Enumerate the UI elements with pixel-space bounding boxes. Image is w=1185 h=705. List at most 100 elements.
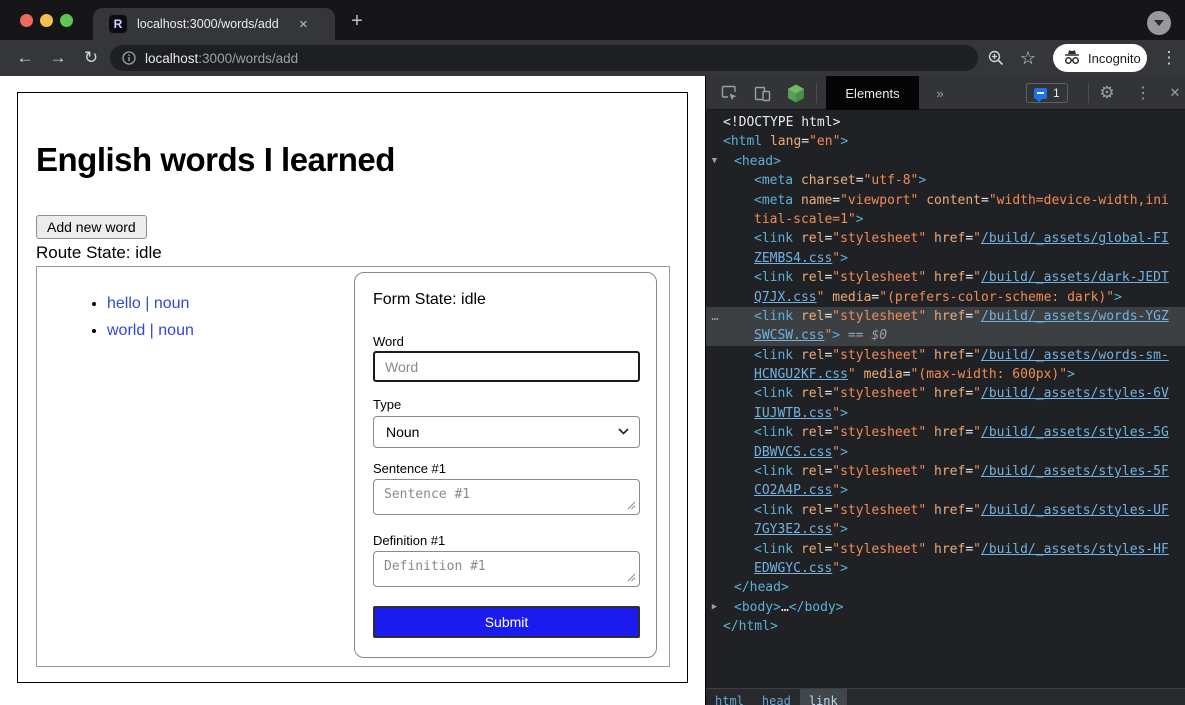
dom-node[interactable]: ▶<body>…</body> <box>706 598 1185 617</box>
more-tabs-chevron[interactable]: » <box>928 76 952 110</box>
word-link[interactable]: hello | noun <box>107 295 189 312</box>
gutter <box>706 210 723 229</box>
device-toolbar-icon[interactable] <box>749 76 775 110</box>
dom-node[interactable]: DBWVCS.css"> <box>706 443 1185 462</box>
dom-node[interactable]: HCNGU2KF.css" media="(max-width: 600px)"… <box>706 365 1185 384</box>
zoom-page-icon[interactable] <box>982 40 1010 76</box>
gutter <box>706 462 723 481</box>
gutter <box>706 481 723 500</box>
site-info-icon[interactable] <box>122 51 136 65</box>
tab-close-icon[interactable]: × <box>299 16 308 33</box>
browser-toolbar: ← → ↻ localhost:3000/words/add ☆ Incogni… <box>0 40 1185 76</box>
submit-button[interactable]: Submit <box>373 606 640 638</box>
dom-node[interactable]: <!DOCTYPE html> <box>706 113 1185 132</box>
console-messages-badge[interactable]: 1 <box>1026 83 1068 103</box>
dom-node-selected[interactable]: SWCSW.css"> == $0 <box>706 326 1185 345</box>
node-markup: Q7JX.css" media="(prefers-color-scheme: … <box>723 288 1122 307</box>
dom-node-selected[interactable]: …<link rel="stylesheet" href="/build/_as… <box>706 307 1185 326</box>
word-label: Word <box>373 334 404 349</box>
node-markup: IUJWTB.css"> <box>723 404 848 423</box>
dom-node[interactable]: <link rel="stylesheet" href="/build/_ass… <box>706 462 1185 481</box>
message-count: 1 <box>1053 86 1060 100</box>
close-window-button[interactable] <box>20 14 33 27</box>
dom-node[interactable]: EDWGYC.css"> <box>706 559 1185 578</box>
gutter[interactable]: … <box>706 307 723 326</box>
sentence-textarea[interactable] <box>373 479 640 515</box>
node-markup: <!DOCTYPE html> <box>723 113 840 132</box>
back-button[interactable]: ← <box>10 40 40 76</box>
message-bubble-icon <box>1034 88 1047 99</box>
devtools-menu-icon[interactable]: ⋮ <box>1130 76 1156 110</box>
node-markup: <link rel="stylesheet" href="/build/_ass… <box>723 346 1169 365</box>
browser-menu-icon[interactable]: ⋮ <box>1155 40 1183 76</box>
reload-button[interactable]: ↻ <box>76 40 106 76</box>
gutter <box>706 113 723 132</box>
dom-node[interactable]: <link rel="stylesheet" href="/build/_ass… <box>706 501 1185 520</box>
word-list-item: hello | noun <box>107 295 194 313</box>
node-markup: </head> <box>723 578 789 597</box>
page-title: English words I learned <box>36 141 395 179</box>
definition-textarea[interactable] <box>373 551 640 587</box>
devtools-close-icon[interactable]: ✕ <box>1162 76 1185 110</box>
address-bar[interactable]: localhost:3000/words/add <box>110 45 978 71</box>
node-markup: <link rel="stylesheet" href="/build/_ass… <box>723 462 1169 481</box>
new-tab-button[interactable]: + <box>344 8 370 34</box>
dom-node[interactable]: </head> <box>706 578 1185 597</box>
dom-node[interactable]: </html> <box>706 617 1185 636</box>
dom-node[interactable]: 7GY3E2.css"> <box>706 520 1185 539</box>
url-host: localhost <box>145 51 198 66</box>
definition-label: Definition #1 <box>373 533 445 548</box>
node-markup: DBWVCS.css"> <box>723 443 848 462</box>
forward-button[interactable]: → <box>43 40 73 76</box>
bookmark-star-icon[interactable]: ☆ <box>1014 40 1042 76</box>
settings-gear-icon[interactable]: ⚙ <box>1094 76 1120 110</box>
gutter <box>706 540 723 559</box>
gutter <box>706 501 723 520</box>
devtools-panel: Elements » 1 ⚙ ⋮ ✕ <!DOCTYPE html><html … <box>705 76 1185 705</box>
inspect-element-icon[interactable] <box>716 76 742 110</box>
dom-node[interactable]: Q7JX.css" media="(prefers-color-scheme: … <box>706 288 1185 307</box>
node-markup: <html lang="en"> <box>723 132 848 151</box>
dom-node[interactable]: <link rel="stylesheet" href="/build/_ass… <box>706 540 1185 559</box>
node-markup: <link rel="stylesheet" href="/build/_ass… <box>723 423 1169 442</box>
dom-node[interactable]: <link rel="stylesheet" href="/build/_ass… <box>706 268 1185 287</box>
expand-arrow-icon[interactable]: ▼ <box>706 152 723 171</box>
node-markup: EDWGYC.css"> <box>723 559 848 578</box>
gutter <box>706 191 723 210</box>
dom-node[interactable]: <html lang="en"> <box>706 132 1185 151</box>
dom-node[interactable]: CO2A4P.css"> <box>706 481 1185 500</box>
maximize-window-button[interactable] <box>60 14 73 27</box>
dom-node[interactable]: <meta charset="utf-8"> <box>706 171 1185 190</box>
minimize-window-button[interactable] <box>40 14 53 27</box>
gutter <box>706 617 723 636</box>
incognito-label: Incognito <box>1088 51 1141 66</box>
word-link[interactable]: world | noun <box>107 322 194 339</box>
breadcrumb-link[interactable]: link <box>800 689 847 705</box>
form-state-text: Form State: idle <box>373 291 486 309</box>
expand-arrow-icon[interactable]: ▶ <box>706 598 723 617</box>
dom-node[interactable]: <meta name="viewport" content="width=dev… <box>706 191 1185 210</box>
tab-elements[interactable]: Elements <box>826 76 919 110</box>
type-select[interactable]: Noun <box>373 416 640 448</box>
devtools-toolbar: Elements » 1 ⚙ ⋮ ✕ <box>706 76 1185 110</box>
dom-node[interactable]: <link rel="stylesheet" href="/build/_ass… <box>706 346 1185 365</box>
dom-node[interactable]: <link rel="stylesheet" href="/build/_ass… <box>706 423 1185 442</box>
browser-tab[interactable]: R localhost:3000/words/add × <box>93 8 335 40</box>
gutter <box>706 132 723 151</box>
word-input[interactable] <box>373 351 640 382</box>
dom-node[interactable]: <link rel="stylesheet" href="/build/_ass… <box>706 384 1185 403</box>
dom-node[interactable]: ZEMBS4.css"> <box>706 249 1185 268</box>
sentence-label: Sentence #1 <box>373 461 446 476</box>
breadcrumb-head[interactable]: head <box>753 689 800 705</box>
tab-overview-chevron-icon[interactable] <box>1147 11 1171 35</box>
nodejs-extension-icon[interactable] <box>783 76 809 110</box>
breadcrumb-html[interactable]: html <box>706 689 753 705</box>
gutter <box>706 520 723 539</box>
dom-node[interactable]: IUJWTB.css"> <box>706 404 1185 423</box>
add-new-word-button[interactable]: Add new word <box>36 215 147 239</box>
gutter <box>706 443 723 462</box>
dom-node[interactable]: <link rel="stylesheet" href="/build/_ass… <box>706 229 1185 248</box>
dom-node[interactable]: ▼<head> <box>706 152 1185 171</box>
dom-node[interactable]: tial-scale=1"> <box>706 210 1185 229</box>
gutter <box>706 171 723 190</box>
